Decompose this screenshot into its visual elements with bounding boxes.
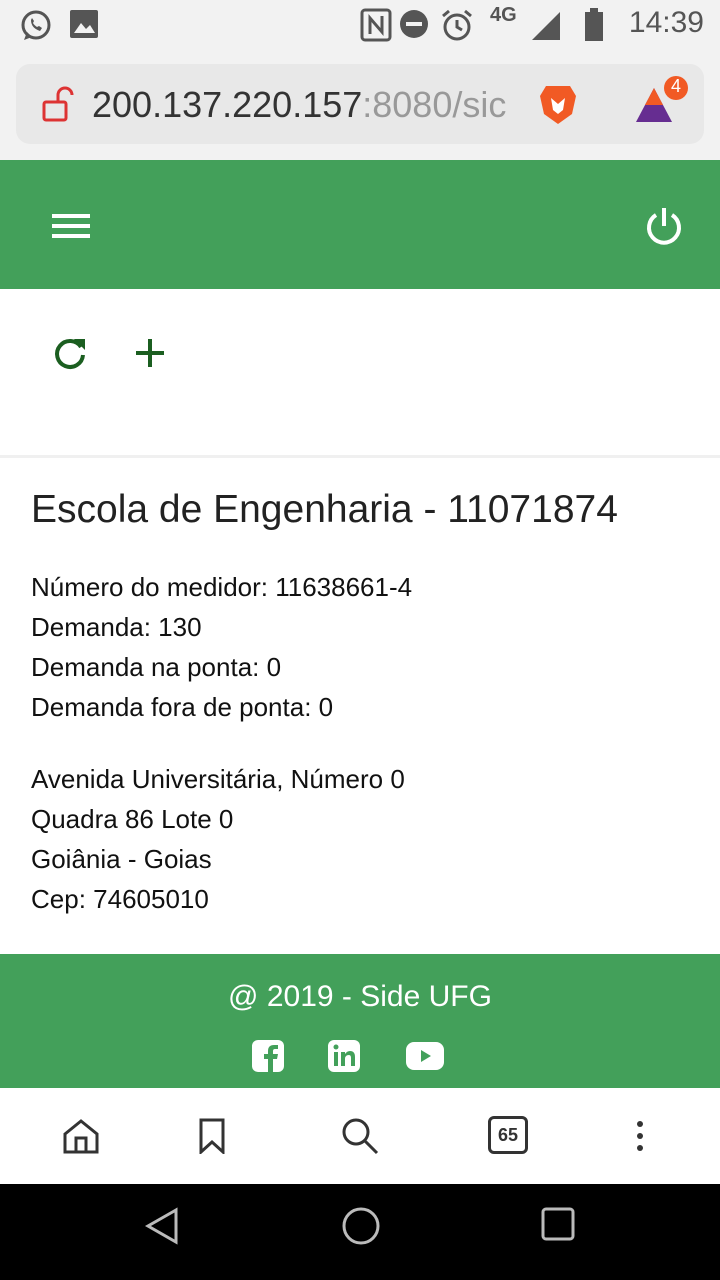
address-bar[interactable]: 200.137.220.157:8080/sic 4	[16, 64, 704, 144]
image-icon	[68, 8, 100, 45]
address-block: Quadra 86 Lote 0	[31, 804, 234, 834]
demand: Demanda: 130	[31, 612, 202, 642]
url-host: 200.137.220.157	[92, 84, 363, 125]
address-city: Goiânia - Goias	[31, 844, 212, 874]
offpeak-demand: Demanda fora de ponta: 0	[31, 692, 334, 722]
alarm-icon	[440, 8, 474, 47]
refresh-icon[interactable]	[52, 335, 88, 376]
power-icon[interactable]	[644, 206, 684, 251]
signal-icon	[530, 10, 562, 47]
meter-number: Número do medidor: 11638661-4	[31, 572, 413, 602]
home-icon[interactable]	[62, 1118, 100, 1159]
rewards-badge: 4	[670, 76, 681, 96]
browser-toolbar: 200.137.220.157:8080/sic 4	[0, 52, 720, 160]
brave-lion-icon[interactable]	[538, 82, 578, 131]
network-type: 4G	[490, 4, 517, 26]
brave-rewards-icon[interactable]: 4	[632, 74, 692, 135]
url-path: :8080/sic	[362, 84, 507, 125]
more-icon[interactable]	[636, 1120, 644, 1157]
app-header	[0, 160, 720, 289]
url-text[interactable]: 200.137.220.157:8080/sic	[92, 84, 528, 126]
site-card: Escola de Engenharia - 11071874 Número d…	[0, 458, 720, 954]
browser-bottom-nav: 65	[0, 1088, 720, 1184]
bookmark-icon[interactable]	[198, 1118, 226, 1159]
footer: @ 2019 - Side UFG	[0, 954, 720, 1088]
android-nav-bar	[0, 1184, 720, 1280]
menu-icon[interactable]	[52, 212, 90, 245]
do-not-disturb-icon	[398, 8, 430, 45]
add-icon[interactable]	[134, 337, 166, 374]
unlocked-icon[interactable]	[42, 86, 76, 127]
linkedin-icon[interactable]	[328, 1040, 360, 1077]
home-circle-icon[interactable]	[341, 1206, 381, 1251]
peak-demand: Demanda na ponta: 0	[31, 652, 282, 682]
facebook-icon[interactable]	[252, 1040, 284, 1077]
whatsapp-icon	[18, 8, 54, 49]
back-icon[interactable]	[144, 1206, 180, 1251]
status-bar: 4G 14:39	[0, 0, 720, 52]
youtube-icon[interactable]	[406, 1042, 444, 1075]
action-toolbar	[0, 289, 720, 458]
copyright: @ 2019 - Side UFG	[228, 980, 492, 1013]
search-icon[interactable]	[340, 1116, 380, 1161]
address-cep: Cep: 74605010	[31, 884, 209, 914]
tabs-icon[interactable]: 65	[488, 1116, 528, 1154]
status-time: 14:39	[628, 6, 704, 39]
site-title: Escola de Engenharia - 11071874	[31, 488, 618, 531]
recents-icon[interactable]	[540, 1206, 576, 1247]
battery-icon	[584, 8, 604, 47]
address-street: Avenida Universitária, Número 0	[31, 764, 405, 794]
nfc-icon	[360, 8, 392, 47]
